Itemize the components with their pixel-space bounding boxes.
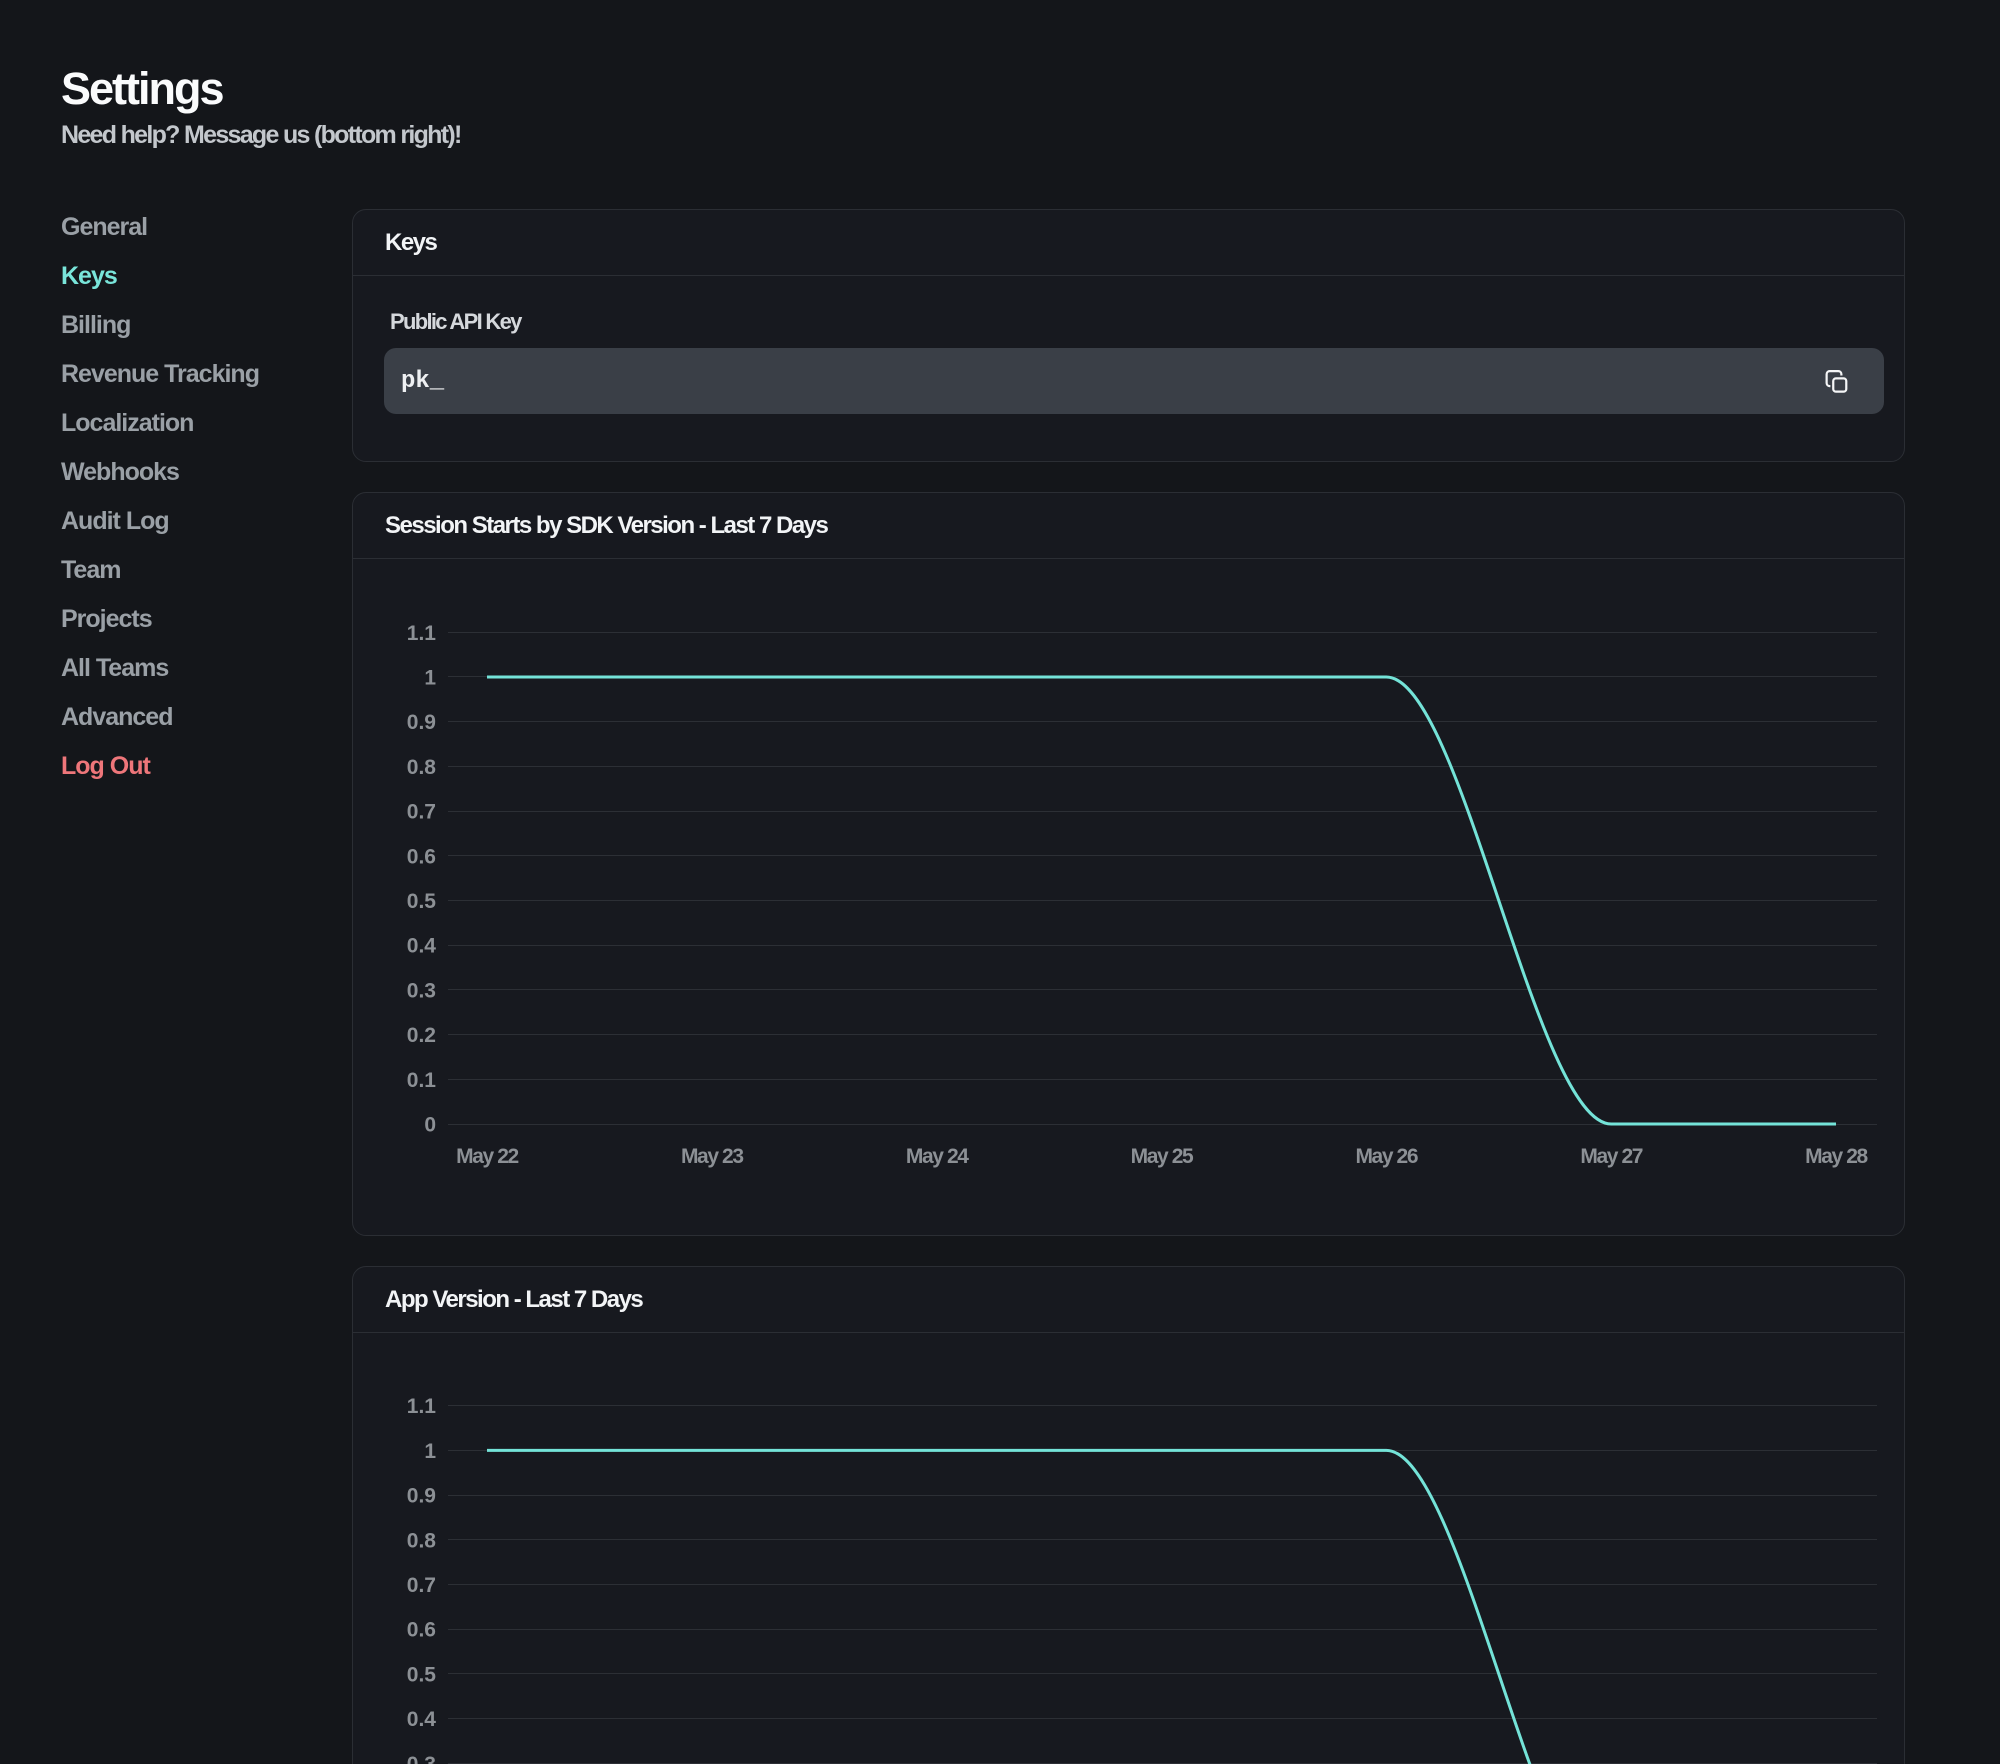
svg-text:0.3: 0.3 bbox=[407, 1753, 436, 1764]
svg-text:0.6: 0.6 bbox=[407, 1619, 436, 1642]
svg-text:May 23: May 23 bbox=[681, 1145, 743, 1168]
svg-text:0.1: 0.1 bbox=[407, 1069, 437, 1092]
svg-text:0.6: 0.6 bbox=[407, 845, 436, 868]
svg-text:1: 1 bbox=[424, 667, 436, 690]
svg-text:0.5: 0.5 bbox=[407, 1663, 437, 1686]
svg-text:0.5: 0.5 bbox=[407, 890, 437, 913]
svg-text:0.3: 0.3 bbox=[407, 979, 436, 1002]
svg-text:1: 1 bbox=[424, 1440, 436, 1463]
svg-text:0.8: 0.8 bbox=[407, 1529, 437, 1552]
svg-text:May 25: May 25 bbox=[1131, 1145, 1194, 1168]
svg-text:1.1: 1.1 bbox=[407, 622, 437, 645]
svg-text:0.7: 0.7 bbox=[407, 1574, 436, 1597]
svg-text:0: 0 bbox=[424, 1114, 436, 1137]
svg-text:May 26: May 26 bbox=[1355, 1145, 1417, 1168]
svg-text:May 24: May 24 bbox=[906, 1145, 969, 1168]
svg-text:May 22: May 22 bbox=[456, 1145, 518, 1168]
svg-text:0.7: 0.7 bbox=[407, 801, 436, 824]
svg-text:0.2: 0.2 bbox=[407, 1024, 436, 1047]
svg-text:0.4: 0.4 bbox=[407, 1708, 437, 1731]
svg-text:1.1: 1.1 bbox=[407, 1395, 437, 1418]
svg-text:May 28: May 28 bbox=[1805, 1145, 1868, 1168]
svg-text:0.9: 0.9 bbox=[407, 711, 436, 734]
svg-text:0.8: 0.8 bbox=[407, 756, 437, 779]
svg-text:0.9: 0.9 bbox=[407, 1485, 436, 1508]
svg-text:May 27: May 27 bbox=[1580, 1145, 1642, 1168]
svg-text:0.4: 0.4 bbox=[407, 935, 437, 958]
